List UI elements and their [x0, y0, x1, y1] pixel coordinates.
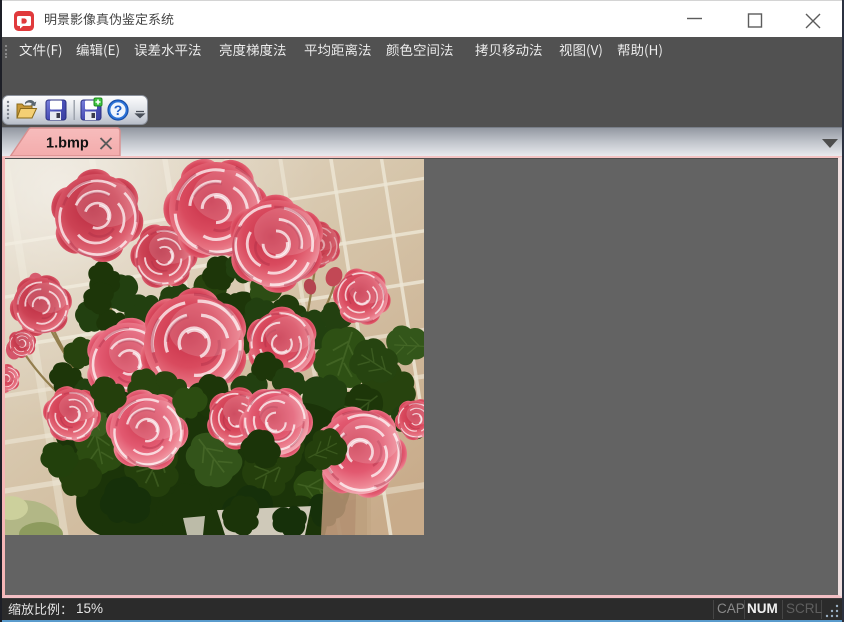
svg-text:1.bmp: 1.bmp — [46, 136, 89, 152]
svg-text:?: ? — [114, 102, 123, 118]
